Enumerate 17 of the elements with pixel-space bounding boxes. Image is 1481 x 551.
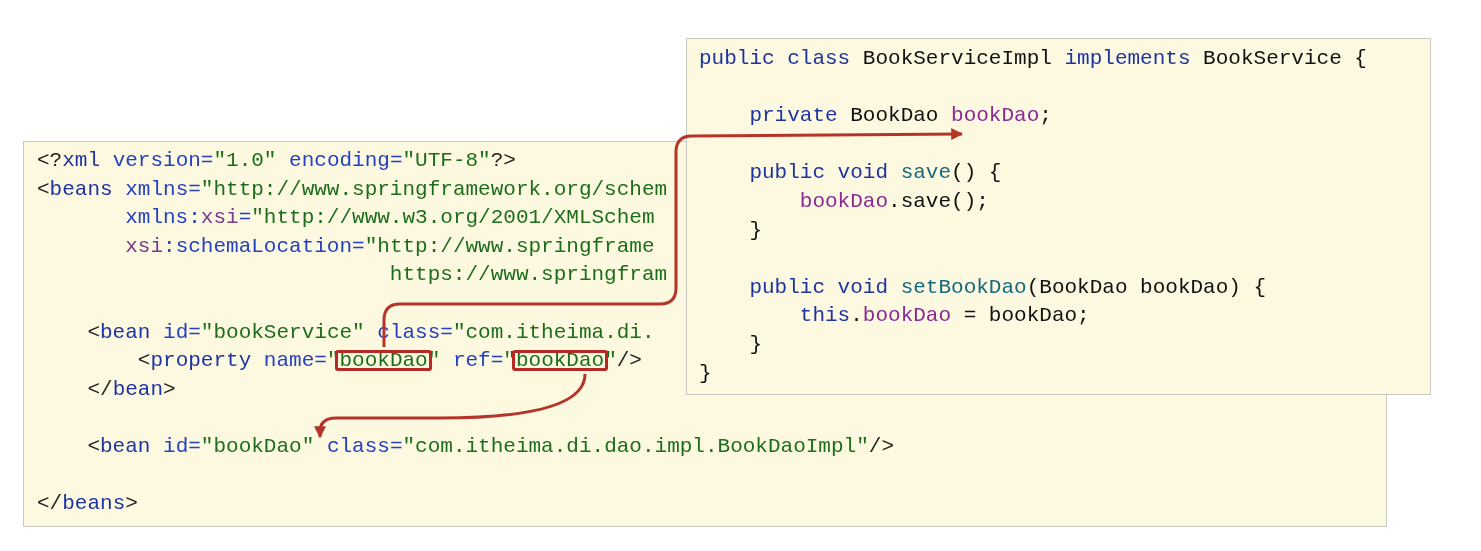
code-line: } [748,218,762,242]
code-line: } [748,332,762,356]
code-line: <beans xmlns="http://www.springframework.org/schem [37,177,668,201]
code-line: <?xml version="1.0" encoding="UTF-8"?> [37,149,516,172]
code-line: public class BookServiceImpl implements BookService { [699,47,1367,70]
code-line: https://www.springfram [388,263,668,287]
code-line: public void save() { [748,161,1002,185]
code-line: this.bookDao = bookDao; [798,304,1090,328]
code-line: } [699,361,712,385]
code-line: xsi:schemaLocation="http://www.springframe [124,234,655,258]
code-line: </beans> [37,492,138,516]
code-line: private BookDao bookDao; [748,104,1052,128]
code-line: <bean id="bookDao" class="com.itheima.di.dao.impl.BookDaoImpl"/> [86,434,894,458]
code-line: </bean> [86,377,176,401]
code-line: public void setBookDao(BookDao bookDao) { [748,275,1267,299]
code-line: xmlns:xsi="http://www.w3.org/2001/XMLSchem [124,206,655,230]
code-line: bookDao.save(); [798,189,989,213]
